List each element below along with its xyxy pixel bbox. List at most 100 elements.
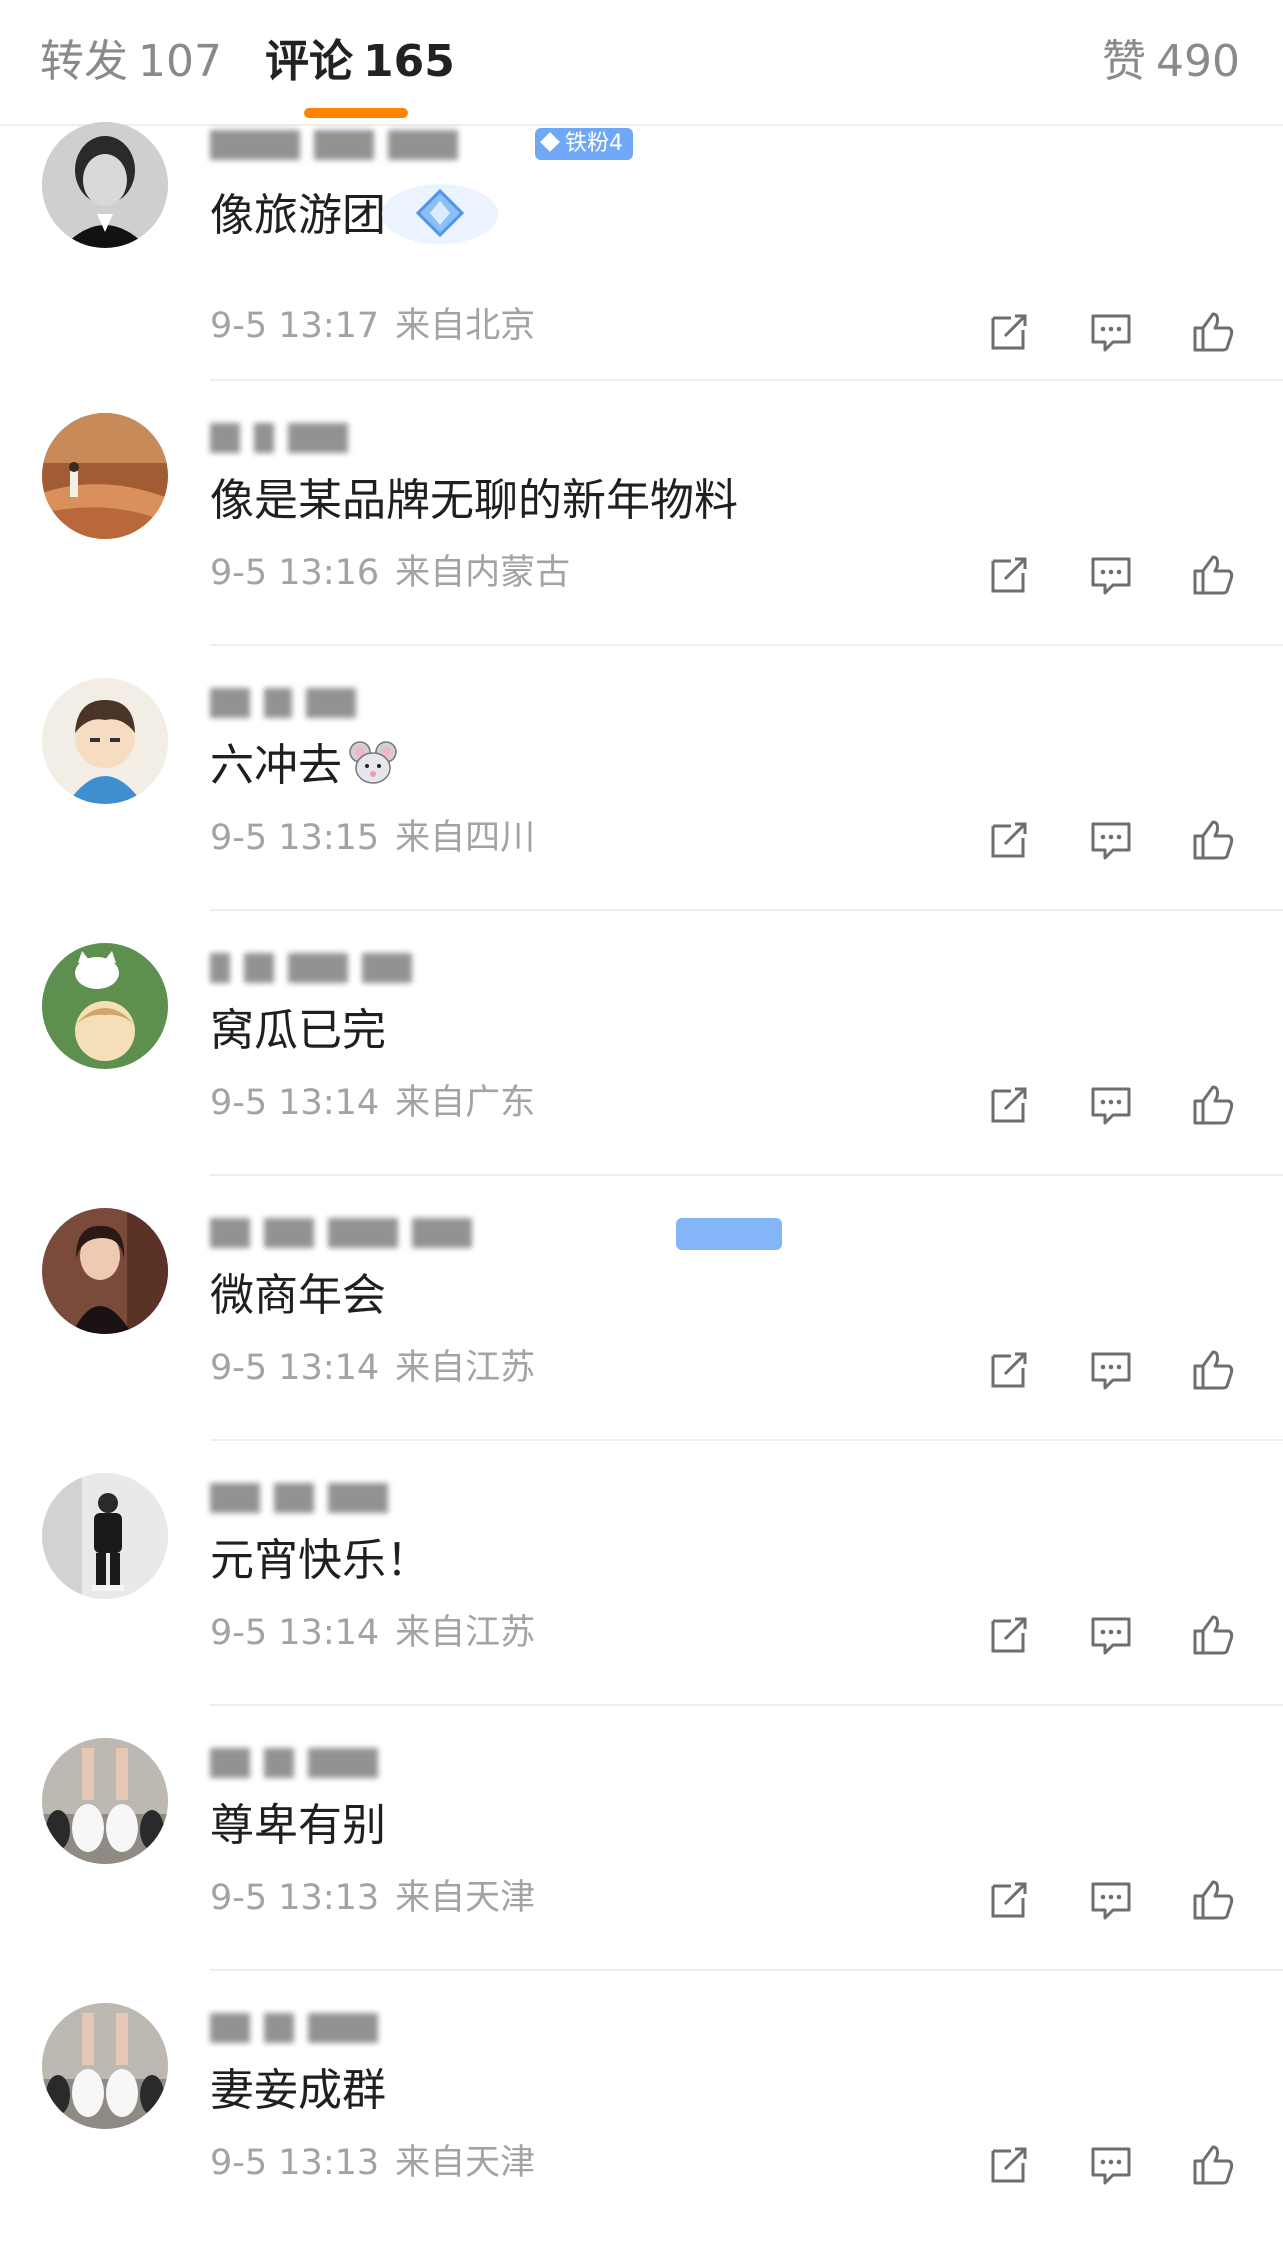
comment-location: 来自内蒙古 bbox=[395, 553, 571, 593]
comment-time: 9-5 13:17 bbox=[210, 306, 380, 346]
avatar[interactable] bbox=[42, 2003, 168, 2129]
share-icon bbox=[991, 314, 1027, 350]
reply-button[interactable] bbox=[1087, 2141, 1135, 2189]
fan-badge-redacted bbox=[676, 1218, 782, 1250]
tab-comment[interactable]: 评论 165 bbox=[265, 34, 455, 90]
username-redacted[interactable] bbox=[210, 1483, 710, 1517]
fan-badge-label: 铁粉4 bbox=[565, 131, 623, 156]
like-button[interactable] bbox=[1189, 1346, 1237, 1394]
diamond-sticker-icon bbox=[382, 184, 498, 244]
avatar-desert-icon bbox=[42, 413, 168, 539]
avatar[interactable] bbox=[42, 122, 168, 248]
avatar[interactable] bbox=[42, 1738, 168, 1864]
username-redacted[interactable] bbox=[210, 688, 710, 722]
username-redacted[interactable] bbox=[210, 953, 710, 987]
reply-button[interactable] bbox=[1087, 816, 1135, 864]
comment-text: 妻妾成群 bbox=[210, 2065, 386, 2116]
thumbs-up-icon bbox=[1193, 1880, 1234, 1920]
username-redacted[interactable] bbox=[210, 130, 710, 164]
comment-location: 来自天津 bbox=[395, 1878, 536, 1918]
share-button[interactable] bbox=[985, 1611, 1033, 1659]
comment-meta: 9-5 13:14 来自江苏 bbox=[210, 1609, 535, 1657]
tab-like-count: 490 bbox=[1156, 36, 1240, 87]
username-redacted[interactable] bbox=[210, 1748, 710, 1782]
reply-button[interactable] bbox=[1087, 1876, 1135, 1924]
comment-item: 像是某品牌无聊的新年物料 9-5 13:16 来自内蒙古 bbox=[0, 381, 1283, 646]
comment-meta: 9-5 13:16 来自内蒙古 bbox=[210, 549, 570, 597]
share-button[interactable] bbox=[985, 1081, 1033, 1129]
avatar-shoes-icon bbox=[42, 2003, 168, 2129]
username-redacted[interactable] bbox=[210, 1218, 710, 1252]
comment-bubble-icon bbox=[1091, 1352, 1131, 1390]
share-button[interactable] bbox=[985, 551, 1033, 599]
username-redacted[interactable] bbox=[210, 2013, 710, 2047]
comment-actions bbox=[985, 1876, 1255, 1924]
comment-item: 微商年会 9-5 13:14 来自江苏 bbox=[0, 1176, 1283, 1441]
share-button[interactable] bbox=[985, 1876, 1033, 1924]
comment-bubble-icon bbox=[1091, 2147, 1131, 2185]
tab-repost[interactable]: 转发 107 bbox=[40, 34, 222, 90]
tab-repost-label: 转发 bbox=[40, 36, 128, 87]
comment-text: 窝瓜已完 bbox=[210, 1005, 386, 1056]
share-button[interactable] bbox=[985, 816, 1033, 864]
thumbs-up-icon bbox=[1193, 820, 1234, 860]
like-button[interactable] bbox=[1189, 1611, 1237, 1659]
reply-button[interactable] bbox=[1087, 551, 1135, 599]
comment-time: 9-5 13:16 bbox=[210, 553, 380, 593]
reply-button[interactable] bbox=[1087, 1346, 1135, 1394]
comment-actions bbox=[985, 1346, 1255, 1394]
tab-like[interactable]: 赞 490 bbox=[1102, 34, 1240, 90]
comment-meta: 9-5 13:13 来自天津 bbox=[210, 1874, 535, 1922]
comment-meta: 9-5 13:15 来自四川 bbox=[210, 814, 535, 862]
comment-time: 9-5 13:14 bbox=[210, 1348, 380, 1388]
share-icon bbox=[991, 1882, 1027, 1918]
like-button[interactable] bbox=[1189, 1081, 1237, 1129]
comment-text: 六冲去 bbox=[210, 736, 398, 796]
share-button[interactable] bbox=[985, 308, 1033, 356]
share-icon bbox=[991, 1617, 1027, 1653]
share-icon bbox=[991, 822, 1027, 858]
avatar[interactable] bbox=[42, 943, 168, 1069]
share-icon bbox=[991, 557, 1027, 593]
share-button[interactable] bbox=[985, 2141, 1033, 2189]
avatar-man-black-icon bbox=[42, 1473, 168, 1599]
comment-item: 尊卑有别 9-5 13:13 来自天津 bbox=[0, 1706, 1283, 1971]
like-button[interactable] bbox=[1189, 816, 1237, 864]
username-redacted[interactable] bbox=[210, 423, 710, 457]
comment-meta: 9-5 13:13 来自天津 bbox=[210, 2139, 535, 2187]
reply-button[interactable] bbox=[1087, 1611, 1135, 1659]
comment-text: 尊卑有别 bbox=[210, 1800, 386, 1851]
comment-item: 元宵快乐！ 9-5 13:14 来自江苏 bbox=[0, 1441, 1283, 1706]
reply-button[interactable] bbox=[1087, 308, 1135, 356]
avatar[interactable] bbox=[42, 1208, 168, 1334]
like-button[interactable] bbox=[1189, 308, 1237, 356]
share-icon bbox=[991, 2147, 1027, 2183]
mouse-face-icon bbox=[349, 741, 397, 784]
comment-time: 9-5 13:14 bbox=[210, 1083, 380, 1123]
avatar-anime-cat-icon bbox=[42, 943, 168, 1069]
like-button[interactable] bbox=[1189, 2141, 1237, 2189]
comment-location: 来自四川 bbox=[395, 818, 536, 858]
reply-button[interactable] bbox=[1087, 1081, 1135, 1129]
diamond-icon bbox=[540, 132, 560, 152]
comment-tabs-bar: 转发 107 评论 165 赞 490 bbox=[0, 0, 1283, 126]
comment-bubble-icon bbox=[1091, 822, 1131, 860]
avatar[interactable] bbox=[42, 1473, 168, 1599]
comment-location: 来自广东 bbox=[395, 1083, 536, 1123]
avatar[interactable] bbox=[42, 678, 168, 804]
comment-item: 妻妾成群 9-5 13:13 来自天津 bbox=[0, 1971, 1283, 2236]
comment-item: 六冲去 9-5 13:15 来自四川 bbox=[0, 646, 1283, 911]
tab-comment-label: 评论 bbox=[265, 36, 353, 87]
comment-time: 9-5 13:15 bbox=[210, 818, 380, 858]
comment-location: 来自江苏 bbox=[395, 1613, 536, 1653]
comment-location: 来自北京 bbox=[395, 306, 536, 346]
comment-time: 9-5 13:13 bbox=[210, 2143, 380, 2183]
like-button[interactable] bbox=[1189, 551, 1237, 599]
like-button[interactable] bbox=[1189, 1876, 1237, 1924]
share-icon bbox=[991, 1352, 1027, 1388]
thumbs-up-icon bbox=[1193, 1615, 1234, 1655]
comment-text: 像旅游团 bbox=[210, 190, 386, 241]
avatar[interactable] bbox=[42, 413, 168, 539]
comment-text: 元宵快乐！ bbox=[210, 1535, 430, 1586]
share-button[interactable] bbox=[985, 1346, 1033, 1394]
